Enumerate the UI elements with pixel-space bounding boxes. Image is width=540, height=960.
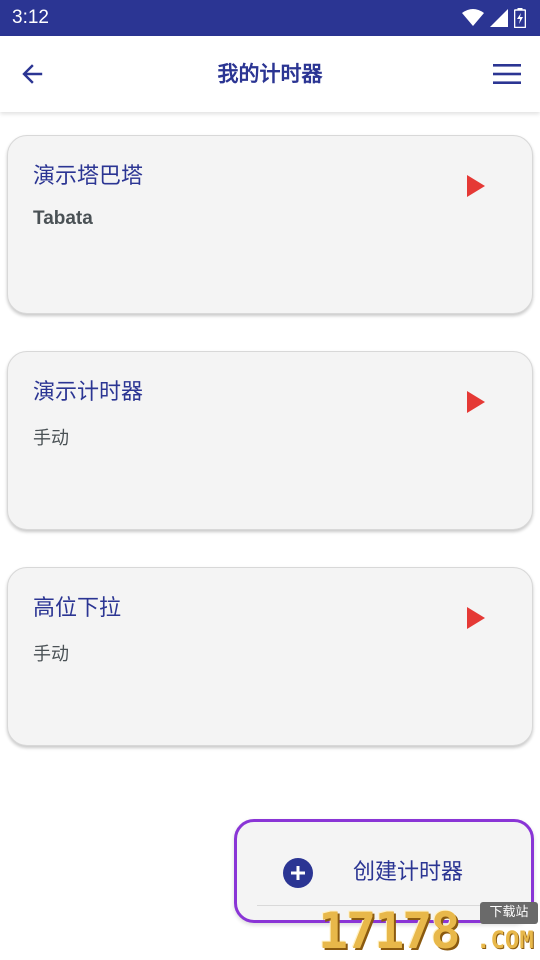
timer-name: 高位下拉 [33, 596, 122, 621]
arrow-left-icon [22, 64, 43, 84]
play-button[interactable] [464, 606, 488, 630]
status-bar: 3:12 [0, 0, 540, 36]
play-icon [467, 175, 485, 197]
play-icon [467, 607, 485, 629]
menu-button[interactable] [492, 60, 522, 88]
status-icons [462, 8, 526, 28]
timer-name: 演示塔巴塔 [33, 164, 144, 189]
play-icon [467, 391, 485, 413]
timer-card[interactable]: 演示计时器 手动 [7, 351, 533, 530]
battery-icon [514, 8, 526, 28]
plus-circle-icon [283, 858, 313, 888]
timer-card[interactable]: 演示塔巴塔 Tabata [7, 135, 533, 314]
watermark-logo: 17178 下载站 .COM [318, 900, 540, 960]
app-bar: 我的计时器 [0, 36, 540, 112]
timer-name: 演示计时器 [33, 380, 144, 405]
page-title: 我的计时器 [217, 62, 323, 86]
cellular-signal-icon [490, 9, 508, 27]
timer-type: 手动 [33, 644, 69, 665]
timer-card[interactable]: 高位下拉 手动 [7, 567, 533, 746]
status-time: 3:12 [12, 7, 49, 28]
watermark-number: 17178 [318, 902, 461, 960]
play-button[interactable] [464, 174, 488, 198]
back-button[interactable] [18, 60, 46, 88]
watermark-suffix: .COM [476, 926, 534, 954]
timer-type: 手动 [33, 428, 69, 449]
hamburger-menu-icon [493, 64, 521, 84]
watermark-tag: 下载站 [480, 902, 538, 924]
create-timer-label: 创建计时器 [353, 860, 464, 885]
wifi-icon [462, 9, 484, 27]
timer-type: Tabata [33, 208, 93, 229]
play-button[interactable] [464, 390, 488, 414]
